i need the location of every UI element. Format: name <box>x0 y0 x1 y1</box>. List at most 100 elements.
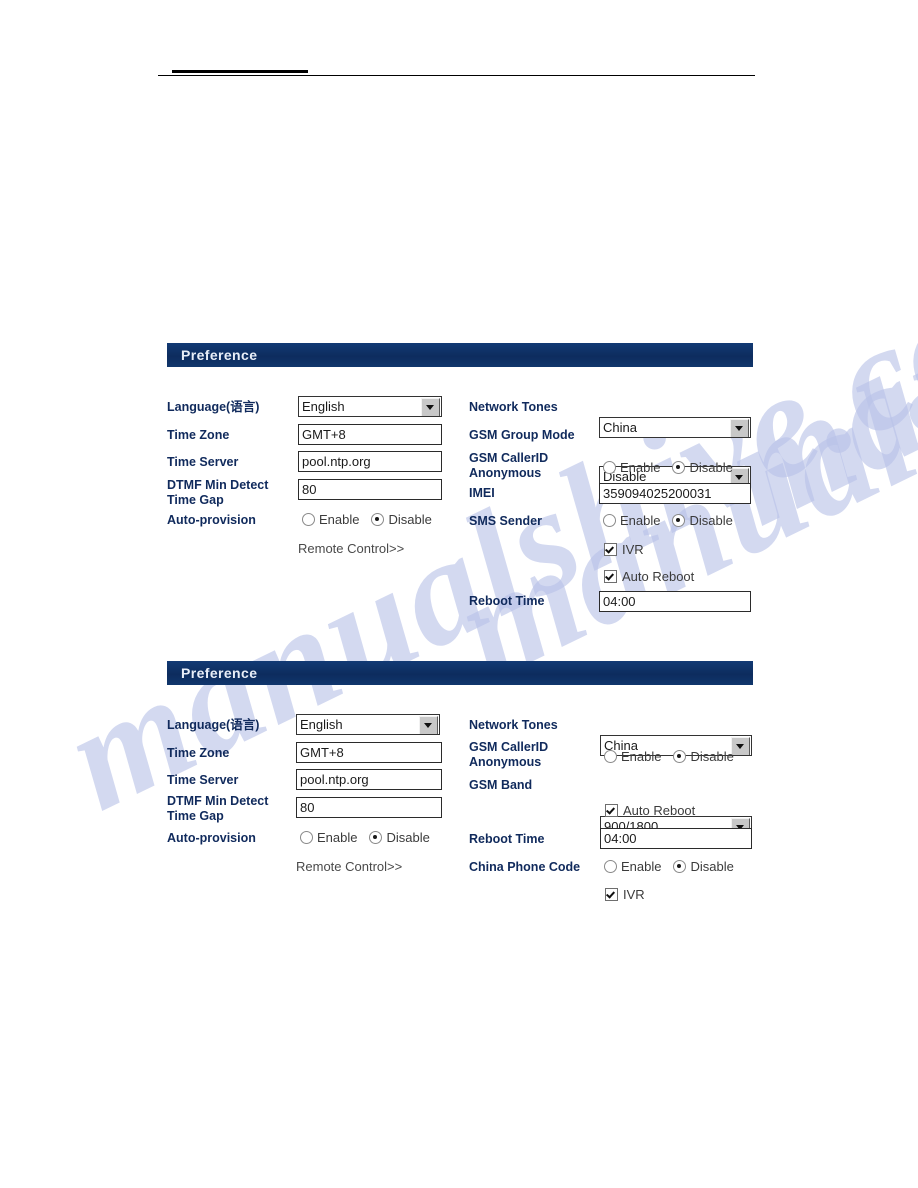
label-dtmf-min-detect-time-gap: DTMF Min Detect Time Gap <box>167 794 269 823</box>
auto-reboot-checkbox-row[interactable]: Auto Reboot <box>605 803 695 818</box>
chevron-down-icon[interactable] <box>419 716 438 734</box>
preference-panel-2: Preference Language(语言) Time Zone Time S… <box>167 661 753 910</box>
radio-icon-selected[interactable] <box>673 860 687 873</box>
checkbox-icon-checked[interactable] <box>604 570 617 583</box>
chevron-down-icon[interactable] <box>731 737 750 755</box>
header-rule-thin <box>158 75 755 76</box>
dtmf-min-detect-time-gap-input[interactable]: 80 <box>296 797 442 818</box>
radio-icon-selected[interactable] <box>369 831 383 844</box>
label-time-server: Time Server <box>167 773 239 787</box>
radio-icon[interactable] <box>603 514 616 527</box>
gsm-callerid-anonymous-radio-disable[interactable]: Disable <box>673 749 734 764</box>
checkbox-label: Auto Reboot <box>622 569 695 584</box>
label-time-server: Time Server <box>167 455 239 469</box>
panel-title: Preference <box>167 343 753 367</box>
language-select[interactable]: English <box>298 396 442 417</box>
checkbox-label: IVR <box>623 887 645 902</box>
radio-icon[interactable] <box>603 461 616 474</box>
time-server-input[interactable]: pool.ntp.org <box>296 769 442 790</box>
reboot-time-input[interactable]: 04:00 <box>600 828 752 849</box>
label-time-zone: Time Zone <box>167 428 230 442</box>
gsm-callerid-anonymous-radio-group[interactable]: Enable Disable <box>604 749 734 764</box>
sms-sender-radio-disable[interactable]: Disable <box>672 513 733 528</box>
language-select[interactable]: English <box>296 714 440 735</box>
radio-label: Enable <box>317 830 358 845</box>
radio-icon[interactable] <box>300 831 313 844</box>
radio-icon-selected[interactable] <box>673 750 687 763</box>
chevron-down-icon[interactable] <box>730 419 749 437</box>
label-gsm-callerid-anonymous: GSM CallerID Anonymous <box>469 740 549 769</box>
label-network-tones: Network Tones <box>469 718 558 732</box>
radio-icon[interactable] <box>604 860 617 873</box>
auto-provision-radio-disable[interactable]: Disable <box>371 512 432 527</box>
panel-title: Preference <box>167 661 753 685</box>
remote-control-link[interactable]: Remote Control>> <box>298 541 404 556</box>
radio-icon-selected[interactable] <box>672 461 686 474</box>
label-gsm-group-mode: GSM Group Mode <box>469 428 575 442</box>
reboot-time-input[interactable]: 04:00 <box>599 591 751 612</box>
china-phone-code-radio-enable[interactable]: Enable <box>604 859 661 874</box>
checkbox-icon-checked[interactable] <box>605 888 618 901</box>
radio-icon-selected[interactable] <box>672 514 686 527</box>
time-zone-input[interactable]: GMT+8 <box>296 742 442 763</box>
ivr-checkbox-row[interactable]: IVR <box>605 887 645 902</box>
label-language: Language(语言) <box>167 400 260 414</box>
label-dtmf-min-detect-time-gap: DTMF Min Detect Time Gap <box>167 478 269 507</box>
time-server-input[interactable]: pool.ntp.org <box>298 451 442 472</box>
china-phone-code-radio-disable[interactable]: Disable <box>673 859 734 874</box>
label-reboot-time: Reboot Time <box>469 832 545 846</box>
label-gsm-band: GSM Band <box>469 778 533 792</box>
auto-provision-radio-disable[interactable]: Disable <box>369 830 430 845</box>
label-gsm-callerid-anonymous: GSM CallerID Anonymous <box>469 451 549 480</box>
auto-provision-radio-enable[interactable]: Enable <box>300 830 357 845</box>
radio-label: Enable <box>620 460 661 475</box>
gsm-callerid-anonymous-radio-enable[interactable]: Enable <box>604 749 661 764</box>
auto-provision-radio-group[interactable]: Enable Disable <box>302 512 432 527</box>
radio-icon[interactable] <box>604 750 617 763</box>
checkbox-icon-checked[interactable] <box>604 543 617 556</box>
preference-panel-1: Preference Language(语言) Time Zone Time S… <box>167 343 753 622</box>
radio-label: Disable <box>689 513 733 528</box>
radio-label: Enable <box>620 513 661 528</box>
label-sms-sender: SMS Sender <box>469 514 542 528</box>
radio-label: Disable <box>690 749 734 764</box>
checkbox-icon-checked[interactable] <box>605 804 618 817</box>
header-rule-thick <box>172 70 308 73</box>
radio-icon-selected[interactable] <box>371 513 385 526</box>
dtmf-min-detect-time-gap-input[interactable]: 80 <box>298 479 442 500</box>
remote-control-link[interactable]: Remote Control>> <box>296 859 402 874</box>
gsm-callerid-anonymous-radio-group[interactable]: Enable Disable <box>603 460 733 475</box>
radio-label: Disable <box>386 830 430 845</box>
checkbox-label: IVR <box>622 542 644 557</box>
imei-input[interactable]: 359094025200031 <box>599 483 751 504</box>
sms-sender-radio-enable[interactable]: Enable <box>603 513 660 528</box>
checkbox-label: Auto Reboot <box>623 803 696 818</box>
label-network-tones: Network Tones <box>469 400 558 414</box>
gsm-callerid-anonymous-radio-enable[interactable]: Enable <box>603 460 660 475</box>
time-zone-input[interactable]: GMT+8 <box>298 424 442 445</box>
language-select-value: English <box>300 717 343 732</box>
auto-provision-radio-group[interactable]: Enable Disable <box>300 830 430 845</box>
auto-reboot-checkbox-row[interactable]: Auto Reboot <box>604 569 694 584</box>
radio-label: Enable <box>319 512 360 527</box>
radio-label: Enable <box>621 859 662 874</box>
radio-label: Disable <box>690 859 734 874</box>
radio-label: Disable <box>388 512 432 527</box>
label-auto-provision: Auto-provision <box>167 831 256 845</box>
gsm-callerid-anonymous-radio-disable[interactable]: Disable <box>672 460 733 475</box>
label-time-zone: Time Zone <box>167 746 230 760</box>
label-china-phone-code: China Phone Code <box>469 860 581 874</box>
chevron-down-icon[interactable] <box>421 398 440 416</box>
china-phone-code-radio-group[interactable]: Enable Disable <box>604 859 734 874</box>
network-tones-select[interactable]: China <box>599 417 751 438</box>
radio-icon[interactable] <box>302 513 315 526</box>
label-language: Language(语言) <box>167 718 260 732</box>
label-auto-provision: Auto-provision <box>167 513 256 527</box>
auto-provision-radio-enable[interactable]: Enable <box>302 512 359 527</box>
radio-label: Enable <box>621 749 662 764</box>
label-reboot-time: Reboot Time <box>469 594 545 608</box>
sms-sender-radio-group[interactable]: Enable Disable <box>603 513 733 528</box>
label-imei: IMEI <box>469 486 495 500</box>
ivr-checkbox-row[interactable]: IVR <box>604 542 644 557</box>
language-select-value: English <box>302 399 345 414</box>
